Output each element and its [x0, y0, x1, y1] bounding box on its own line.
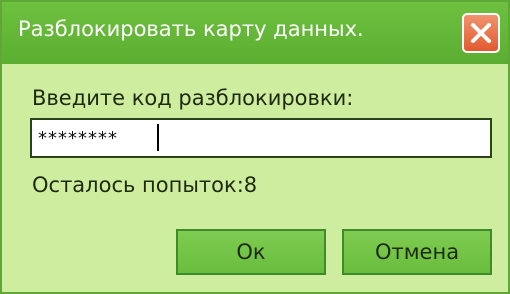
unlock-dialog: Разблокировать карту данных. Введите код… — [0, 0, 510, 294]
close-button[interactable] — [462, 13, 500, 53]
title-bar: Разблокировать карту данных. — [2, 2, 508, 64]
ok-button[interactable]: Ок — [176, 229, 326, 275]
cancel-button[interactable]: Отмена — [342, 229, 492, 275]
close-icon — [471, 23, 491, 43]
window-title: Разблокировать карту данных. — [18, 17, 364, 41]
text-cursor — [157, 124, 159, 151]
unlock-code-label: Введите код разблокировки: — [32, 86, 354, 110]
unlock-code-input[interactable] — [30, 118, 492, 158]
attempts-remaining-text: Осталось попыток:8 — [32, 173, 258, 197]
